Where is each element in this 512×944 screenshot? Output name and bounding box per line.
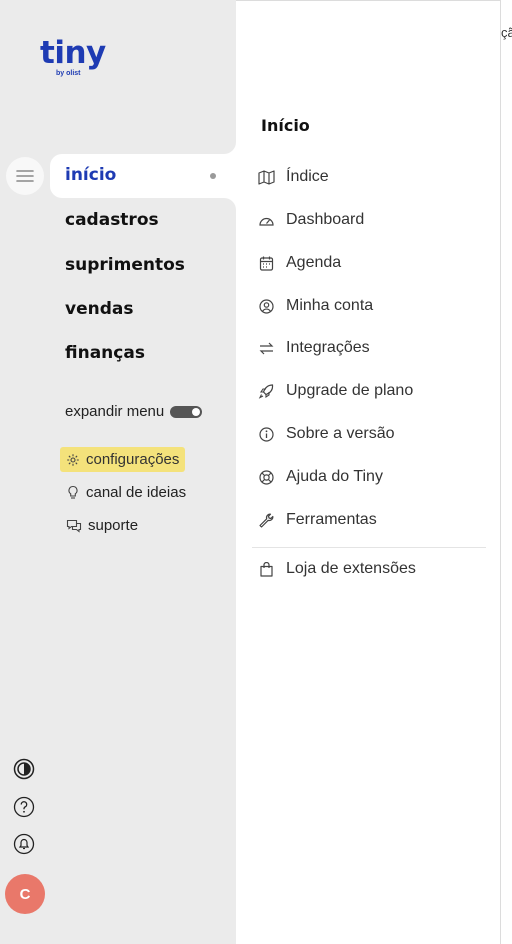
help-button[interactable]: [13, 796, 35, 818]
info-icon: [259, 426, 274, 442]
expand-menu-control[interactable]: expandir menu: [65, 403, 203, 420]
lifebuoy-icon: [259, 469, 274, 485]
settings-link[interactable]: configurações: [60, 447, 186, 472]
support-link[interactable]: suporte: [60, 513, 144, 538]
menu-item-indice[interactable]: Índice: [258, 165, 329, 189]
menu-item-loja-extensoes[interactable]: Loja de extensões: [258, 557, 416, 581]
menu-item-label: Dashboard: [286, 211, 365, 228]
partial-content-text: ção: [501, 25, 512, 40]
menu-item-integracoes[interactable]: Integrações: [258, 336, 370, 360]
menu-divider: [252, 547, 486, 548]
content-pane: ção: [500, 0, 512, 944]
contrast-icon: [13, 758, 35, 780]
bell-icon: [13, 833, 35, 855]
hamburger-menu-button[interactable]: [6, 157, 44, 195]
ideas-label: canal de ideias: [86, 484, 187, 501]
active-corner-top: [224, 142, 236, 154]
ideas-channel-link[interactable]: canal de ideias: [60, 480, 192, 505]
rocket-icon: [258, 383, 274, 399]
menu-item-label: Sobre a versão: [286, 425, 395, 442]
calendar-icon: [259, 256, 274, 271]
nav-item-suprimentos[interactable]: suprimentos: [65, 255, 185, 275]
menu-item-label: Integrações: [286, 339, 370, 356]
menu-item-minha-conta[interactable]: Minha conta: [258, 294, 373, 318]
menu-item-label: Loja de extensões: [286, 560, 416, 577]
help-icon: [13, 796, 35, 818]
wrench-icon: [259, 513, 274, 528]
notifications-button[interactable]: [13, 833, 35, 855]
submenu-panel: Início Índice Dashboard Agenda Minha con…: [236, 0, 500, 944]
arrows-icon: [259, 342, 274, 354]
expand-menu-toggle[interactable]: [170, 405, 203, 418]
chat-icon: [66, 519, 82, 533]
menu-item-sobre-versao[interactable]: Sobre a versão: [258, 422, 395, 446]
support-label: suporte: [88, 517, 139, 534]
active-corner-bottom: [224, 198, 236, 210]
menu-item-label: Upgrade de plano: [286, 382, 414, 399]
menu-item-agenda[interactable]: Agenda: [258, 251, 341, 275]
menu-item-ferramentas[interactable]: Ferramentas: [258, 508, 377, 532]
lightbulb-icon: [68, 485, 78, 499]
panel-title: Início: [261, 116, 310, 135]
bag-icon: [260, 561, 273, 577]
gauge-icon: [259, 217, 274, 226]
settings-label: configurações: [86, 451, 180, 468]
top-border: [236, 0, 512, 1]
nav-item-inicio[interactable]: início: [50, 154, 236, 198]
nav-item-cadastros[interactable]: cadastros: [65, 210, 159, 230]
sidebar: tiny by olist início cadastros supriment…: [0, 0, 236, 944]
menu-item-label: Ferramentas: [286, 511, 377, 528]
active-dot: [210, 173, 216, 179]
gear-icon: [67, 453, 79, 466]
expand-menu-label: expandir menu: [65, 403, 165, 420]
menu-item-dashboard[interactable]: Dashboard: [258, 208, 364, 232]
menu-item-label: Minha conta: [286, 297, 374, 314]
theme-toggle-button[interactable]: [13, 758, 35, 780]
menu-item-label: Índice: [286, 168, 329, 185]
menu-item-label: Ajuda do Tiny: [286, 468, 383, 485]
user-avatar[interactable]: C: [5, 874, 45, 914]
hamburger-icon: [16, 170, 34, 182]
menu-item-label: Agenda: [286, 254, 342, 271]
logo-subtext: by olist: [56, 70, 81, 77]
nav-item-financas[interactable]: finanças: [65, 343, 145, 363]
nav-item-vendas[interactable]: vendas: [65, 299, 133, 319]
logo-text: tiny: [40, 35, 106, 71]
menu-item-ajuda[interactable]: Ajuda do Tiny: [258, 465, 383, 489]
user-circle-icon: [259, 298, 274, 314]
map-icon: [258, 169, 275, 185]
menu-item-upgrade[interactable]: Upgrade de plano: [258, 379, 413, 403]
nav-item-label: início: [65, 165, 117, 185]
tiny-logo[interactable]: tiny by olist: [40, 35, 106, 78]
